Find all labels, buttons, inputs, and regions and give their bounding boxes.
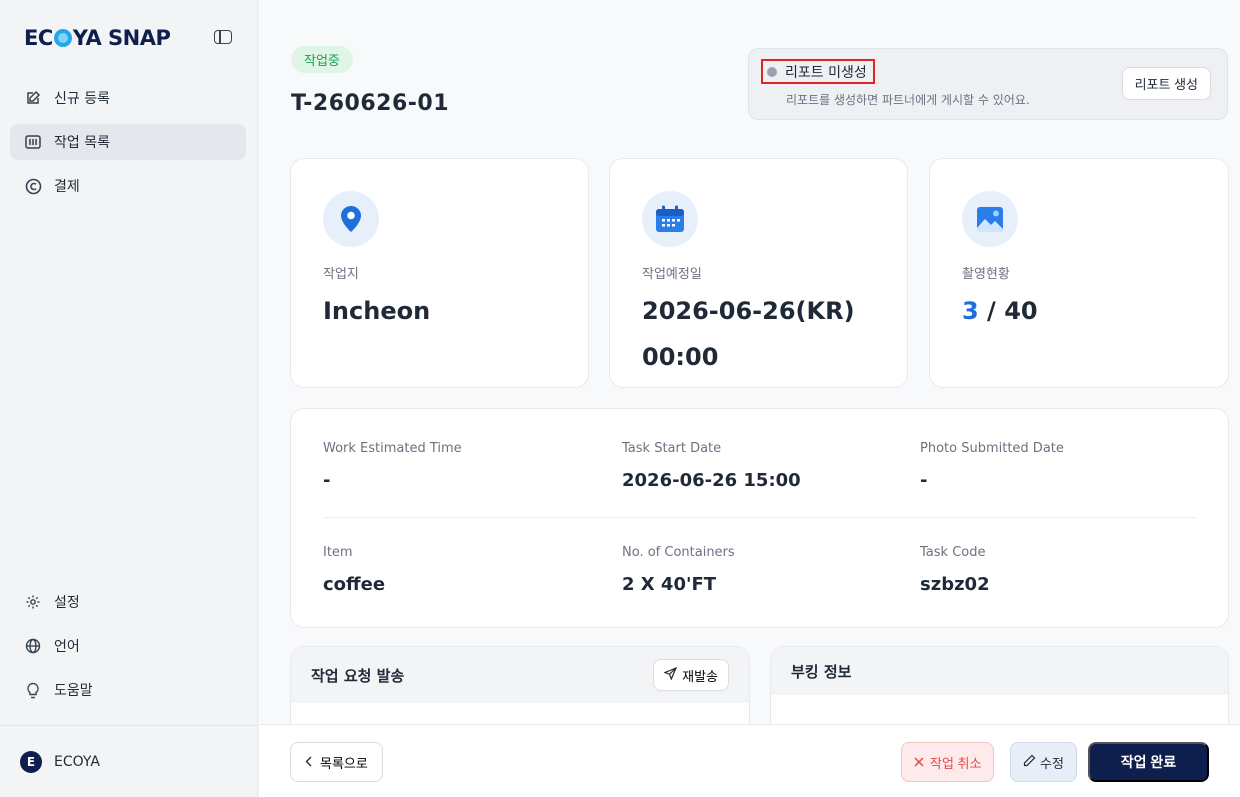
container-count: No. of Containers 2 X 40'FT [622, 545, 902, 595]
info-value: 2026-06-26 15:00 [622, 470, 801, 491]
photo-count-total: 40 [1004, 297, 1038, 325]
image-icon [962, 191, 1018, 247]
status-dot-icon [767, 66, 777, 77]
location-label: 작업지 [323, 267, 359, 282]
task-start-date: Task Start Date 2026-06-26 15:00 [622, 441, 902, 491]
info-label: Task Code [920, 545, 986, 560]
brand-logo[interactable]: EC YA SNAP [24, 26, 171, 50]
edit-button[interactable]: 수정 [1010, 742, 1077, 782]
secondary-nav: 설정 언어 도움말 [10, 584, 246, 716]
nav-label: 언어 [54, 639, 80, 655]
report-status-label: 리포트 미생성 [785, 64, 867, 81]
report-status: 리포트 미생성 [761, 59, 875, 84]
calendar-icon [642, 191, 698, 247]
photo-status-label: 촬영현황 [962, 267, 1010, 282]
nav-item-settings[interactable]: 설정 [10, 584, 246, 620]
send-icon [663, 666, 678, 683]
cancel-task-button[interactable]: 작업 취소 [901, 742, 995, 782]
task-info-card: Work Estimated Time - Task Start Date 20… [290, 408, 1229, 628]
task-code: Task Code szbz02 [920, 545, 1200, 595]
avatar: E [20, 751, 42, 773]
info-label: Item [323, 545, 353, 560]
gear-icon [24, 593, 42, 611]
nav-item-task-list[interactable]: 작업 목록 [10, 124, 246, 160]
copyright-icon [24, 177, 42, 195]
nav-item-payment[interactable]: 결제 [10, 168, 246, 204]
lightbulb-icon [24, 681, 42, 699]
schedule-time: 00:00 [642, 343, 719, 371]
location-value: Incheon [323, 297, 431, 325]
nav-label: 도움말 [54, 683, 93, 699]
info-value: - [323, 470, 331, 491]
info-label: Task Start Date [622, 441, 722, 456]
resend-label: 재발송 [682, 668, 718, 684]
nav-label: 작업 목록 [54, 135, 110, 151]
photo-count-current: 3 [962, 297, 979, 325]
info-value: szbz02 [920, 574, 990, 595]
edit-label: 수정 [1040, 755, 1064, 771]
photo-count-separator: / [978, 297, 1005, 325]
info-value: coffee [323, 574, 386, 595]
info-label: Work Estimated Time [323, 441, 462, 456]
schedule-label: 작업예정일 [642, 267, 702, 282]
info-label: Photo Submitted Date [920, 441, 1064, 456]
photo-submitted-date: Photo Submitted Date - [920, 441, 1200, 491]
sidebar: EC YA SNAP 신규 등록 작업 목록 결제 설정 언어 도움말 E EC… [0, 0, 258, 797]
report-description: 리포트를 생성하면 파트너에게 게시할 수 있어요. [786, 93, 1030, 107]
cancel-label: 작업 취소 [930, 755, 982, 771]
info-divider [323, 517, 1196, 518]
work-estimated-time: Work Estimated Time - [323, 441, 603, 491]
booking-info-header: 부킹 정보 [771, 647, 1228, 695]
schedule-value: 2026-06-26(KR) 00:00 [642, 293, 892, 375]
sidebar-divider [0, 725, 258, 726]
schedule-date: 2026-06-26(KR) [642, 297, 855, 325]
globe-icon [24, 637, 42, 655]
create-report-button[interactable]: 리포트 생성 [1121, 67, 1211, 100]
nav-item-help[interactable]: 도움말 [10, 672, 246, 708]
location-pin-icon [323, 191, 379, 247]
user-name: ECOYA [54, 754, 100, 770]
panel-title: 작업 요청 발송 [311, 666, 405, 685]
page-title: T-260626-01 [291, 91, 449, 116]
nav-label: 설정 [54, 595, 80, 611]
main-nav: 신규 등록 작업 목록 결제 [10, 80, 246, 212]
action-bar: 목록으로 작업 취소 수정 작업 완료 [259, 724, 1240, 797]
photo-count: 3 / 40 [962, 293, 1212, 329]
sidebar-toggle-icon[interactable] [214, 30, 232, 44]
photo-status-card: 촬영현황 3 / 40 [929, 158, 1229, 388]
back-to-list-button[interactable]: 목록으로 [290, 742, 383, 782]
resend-button[interactable]: 재발송 [653, 659, 729, 691]
chevron-left-icon [305, 755, 312, 770]
nav-item-language[interactable]: 언어 [10, 628, 246, 664]
info-value: - [920, 470, 928, 491]
close-icon [914, 755, 924, 770]
complete-task-button[interactable]: 작업 완료 [1088, 742, 1209, 782]
list-icon [24, 133, 42, 151]
nav-label: 신규 등록 [54, 91, 110, 107]
task-detail: 작업중 T-260626-01 리포트 미생성 리포트를 생성하면 파트너에게 … [259, 0, 1240, 797]
schedule-card: 작업예정일 2026-06-26(KR) 00:00 [609, 158, 908, 388]
nav-item-new-registration[interactable]: 신규 등록 [10, 80, 246, 116]
nav-label: 결제 [54, 179, 80, 195]
pencil-icon [1023, 754, 1036, 770]
panel-title: 부킹 정보 [791, 662, 852, 681]
user-profile[interactable]: E ECOYA [20, 751, 100, 773]
item: Item coffee [323, 545, 603, 595]
report-section: 리포트 미생성 리포트를 생성하면 파트너에게 게시할 수 있어요. 리포트 생… [748, 48, 1228, 120]
edit-icon [24, 89, 42, 107]
location-card: 작업지 Incheon [290, 158, 589, 388]
info-label: No. of Containers [622, 545, 735, 560]
work-request-header: 작업 요청 발송 재발송 [291, 647, 749, 703]
info-value: 2 X 40'FT [622, 574, 717, 595]
status-badge: 작업중 [291, 46, 353, 73]
logo-globe-icon [53, 29, 72, 47]
back-label: 목록으로 [320, 755, 368, 771]
